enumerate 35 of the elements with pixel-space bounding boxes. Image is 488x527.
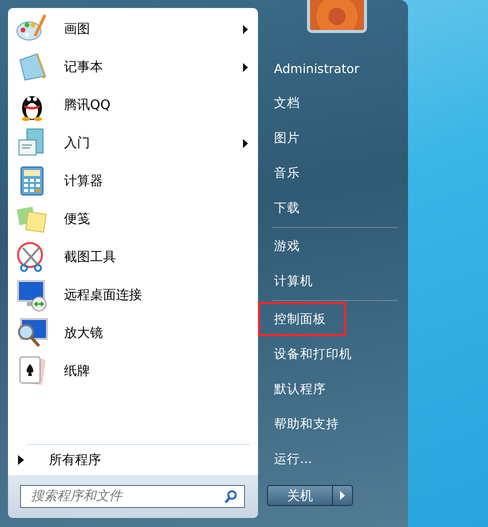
program-item[interactable]: 便笺 bbox=[8, 200, 258, 238]
place-link[interactable]: 图片 bbox=[258, 121, 408, 155]
program-item[interactable]: 远程桌面连接 bbox=[8, 276, 258, 314]
program-item[interactable]: 截图工具 bbox=[8, 238, 258, 276]
program-item[interactable]: 腾讯QQ bbox=[8, 86, 258, 124]
place-link[interactable]: 计算机 bbox=[258, 264, 408, 298]
expand-arrow-icon bbox=[18, 455, 24, 465]
program-item[interactable]: 画图 bbox=[8, 10, 258, 48]
place-link[interactable]: 音乐 bbox=[258, 156, 408, 190]
program-item[interactable]: 计算器 bbox=[8, 162, 258, 200]
search-field[interactable]: 搜索程序和文件 bbox=[20, 485, 245, 508]
user-picture[interactable] bbox=[307, 0, 367, 33]
submenu-arrow-icon bbox=[243, 24, 248, 34]
all-programs-link[interactable]: 所有程序 bbox=[8, 445, 258, 475]
place-link[interactable]: 游戏 bbox=[258, 229, 408, 263]
remote-desktop-icon bbox=[15, 278, 49, 312]
place-link[interactable]: Administrator bbox=[258, 51, 408, 85]
submenu-arrow-icon bbox=[243, 62, 248, 72]
shutdown-button[interactable]: 关机 bbox=[267, 485, 333, 506]
place-link[interactable]: 下载 bbox=[258, 191, 408, 225]
place-link[interactable]: 文档 bbox=[258, 86, 408, 120]
place-link[interactable]: 设备和打印机 bbox=[258, 337, 408, 371]
magnifier-monitor-icon bbox=[15, 316, 49, 350]
program-item[interactable]: 记事本 bbox=[8, 48, 258, 86]
shutdown-options-button[interactable] bbox=[333, 485, 353, 506]
place-link[interactable]: 默认程序 bbox=[258, 372, 408, 406]
arrow-icon bbox=[340, 491, 345, 500]
place-link[interactable]: 控制面板 bbox=[258, 302, 346, 336]
submenu-arrow-icon bbox=[243, 138, 248, 148]
program-item[interactable]: 放大镜 bbox=[8, 314, 258, 352]
program-item[interactable]: 入门 bbox=[8, 124, 258, 162]
place-link[interactable]: 帮助和支持 bbox=[258, 407, 408, 441]
program-item[interactable]: 纸牌 bbox=[8, 352, 258, 390]
place-link[interactable]: 运行... bbox=[258, 442, 408, 476]
search-icon bbox=[224, 490, 237, 504]
